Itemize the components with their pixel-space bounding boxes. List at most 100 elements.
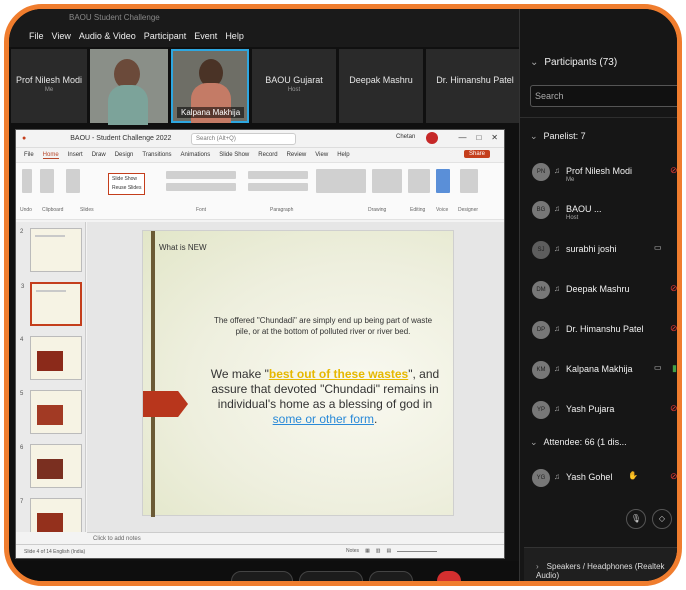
mic-muted-icon[interactable]: ⊘: [670, 283, 677, 294]
slide-dropdown-menu[interactable]: Slide Show Reuse Slides: [108, 173, 146, 195]
mute-all-icon[interactable]: 🎙: [626, 509, 646, 529]
minimize-button[interactable]: —: [458, 133, 466, 142]
reactions-icon[interactable]: ◇: [652, 509, 672, 529]
camera-icon[interactable]: ▭: [654, 363, 662, 372]
video-tile-deepak-mashru[interactable]: Deepak Mashru: [339, 49, 423, 123]
mic-muted-icon[interactable]: ⊘: [670, 323, 677, 334]
sorter-view-icon[interactable]: ▥: [376, 548, 381, 554]
slide-thumbnail[interactable]: 2: [20, 228, 82, 272]
leave-button[interactable]: [437, 571, 461, 581]
more-options-icon[interactable]: ⋯: [678, 509, 682, 529]
participant-row[interactable]: BG ♫ BAOU ... Host: [532, 195, 677, 227]
tile-sub: Me: [44, 87, 54, 93]
arrange-icon[interactable]: [372, 169, 402, 193]
video-tile-camera-1[interactable]: [90, 49, 168, 125]
tab-animations[interactable]: Animations: [181, 152, 211, 158]
slide-thumbnail[interactable]: 5: [20, 390, 82, 434]
panelist-section-header[interactable]: ⌄ Panelist: 7: [530, 131, 586, 142]
tab-design[interactable]: Design: [115, 152, 134, 158]
participant-name: Kalpana Makhija: [566, 364, 633, 374]
tab-record[interactable]: Record: [258, 152, 277, 158]
slide-thumbnail[interactable]: 7: [20, 498, 82, 532]
paste-icon[interactable]: [40, 169, 54, 193]
record-icon[interactable]: [426, 132, 438, 144]
zoom-slider[interactable]: [397, 550, 438, 552]
notes-toggle[interactable]: Notes: [346, 548, 359, 554]
chevron-down-icon[interactable]: ⌄: [530, 57, 538, 68]
menu-audio-video[interactable]: Audio & Video: [79, 31, 136, 41]
slide-thumbnail[interactable]: 4: [20, 336, 82, 380]
participant-body: [108, 85, 148, 125]
slide-thumbnail-selected[interactable]: 3: [21, 282, 82, 326]
autosave-icon[interactable]: ●: [22, 135, 26, 142]
slide-menu-item-slide-show[interactable]: Slide Show: [112, 175, 141, 184]
tab-file[interactable]: File: [24, 152, 34, 158]
new-slide-icon[interactable]: [66, 169, 80, 193]
group-undo: Undo: [20, 207, 32, 213]
menu-participant[interactable]: Participant: [144, 31, 187, 41]
designer-icon[interactable]: [460, 169, 478, 193]
chevron-down-icon: ⌄: [530, 437, 538, 447]
font-name-box[interactable]: [166, 171, 236, 179]
mic-muted-icon[interactable]: ⊘: [670, 165, 677, 176]
mic-active-icon[interactable]: ▮: [672, 363, 677, 374]
mic-muted-icon[interactable]: ⊘: [670, 403, 677, 414]
participants-header[interactable]: ⌄ Participants (73): [530, 57, 617, 68]
video-button[interactable]: [299, 571, 363, 581]
align-icons[interactable]: [248, 183, 308, 191]
participant-row[interactable]: YG ♫ Yash Gohel ✋ ⊘: [532, 463, 677, 495]
share-screen-button[interactable]: [369, 571, 413, 581]
participant-row[interactable]: SJ ♫ surabhi joshi ▭: [532, 235, 677, 267]
maximize-button[interactable]: □: [476, 133, 481, 142]
normal-view-icon[interactable]: ▦: [365, 548, 370, 554]
video-tile-kalpana-makhija[interactable]: Kalpana Makhija: [171, 49, 249, 123]
reading-view-icon[interactable]: ▤: [387, 548, 392, 554]
mic-muted-icon[interactable]: ⊘: [670, 471, 677, 482]
hand-icon[interactable]: ✋: [628, 471, 638, 480]
tab-view[interactable]: View: [315, 152, 328, 158]
tab-help[interactable]: Help: [337, 152, 349, 158]
divider: [520, 117, 677, 118]
tab-review[interactable]: Review: [287, 152, 307, 158]
mute-button[interactable]: [231, 571, 293, 581]
participant-row[interactable]: PN ♫ Prof Nilesh Modi Me ⊘: [532, 157, 677, 189]
tab-draw[interactable]: Draw: [92, 152, 106, 158]
participant-row[interactable]: YP ♫ Yash Pujara ⊘: [532, 395, 677, 427]
video-tile-prof-nilesh-modi[interactable]: Prof Nilesh Modi Me: [11, 49, 87, 123]
menu-event[interactable]: Event: [194, 31, 217, 41]
participant-role: Me: [566, 177, 575, 183]
menu-file[interactable]: File: [29, 31, 44, 41]
undo-icon[interactable]: [22, 169, 32, 193]
participant-row[interactable]: DP ♫ Dr. Himanshu Patel ⊘: [532, 315, 677, 347]
tab-insert[interactable]: Insert: [68, 152, 83, 158]
font-format-icons[interactable]: [166, 183, 236, 191]
menu-help[interactable]: Help: [225, 31, 244, 41]
current-slide[interactable]: What is NEW The offered "Chundadi" are s…: [142, 230, 454, 517]
close-button[interactable]: ✕: [491, 133, 498, 142]
share-button[interactable]: Share: [463, 150, 490, 158]
participant-row[interactable]: KM ♫ Kalpana Makhija ▭ ▮: [532, 355, 677, 387]
participant-row[interactable]: DM ♫ Deepak Mashru ⊘: [532, 275, 677, 307]
camera-icon[interactable]: ▭: [654, 243, 662, 252]
tab-slide-show[interactable]: Slide Show: [219, 152, 249, 158]
tab-transitions[interactable]: Transitions: [142, 152, 171, 158]
video-tile-baou-gujarat[interactable]: BAOU Gujarat Host: [252, 49, 336, 123]
p2-link[interactable]: some or other form: [273, 412, 374, 426]
ppt-search-input[interactable]: Search (Alt+Q): [191, 133, 296, 145]
participant-search-input[interactable]: Search: [530, 85, 677, 107]
notes-pane[interactable]: Click to add notes: [87, 532, 504, 544]
video-tile-himanshu-patel[interactable]: Dr. Himanshu Patel: [426, 49, 524, 123]
find-replace-icon[interactable]: [408, 169, 430, 193]
ppt-user-name[interactable]: Chetan: [396, 134, 415, 140]
audio-device-selector[interactable]: › Speakers / Headphones (Realtek Audio): [524, 547, 677, 581]
paragraph-icons[interactable]: [248, 171, 308, 179]
panelist-count: Panelist: 7: [543, 131, 586, 141]
tab-home[interactable]: Home: [42, 152, 59, 159]
dictate-icon[interactable]: [436, 169, 450, 193]
tile-sub: Host: [287, 87, 301, 93]
attendee-section-header[interactable]: ⌄ Attendee: 66 (1 dis...: [530, 437, 627, 448]
shapes-gallery[interactable]: [316, 169, 366, 193]
slide-menu-item-reuse-slides[interactable]: Reuse Slides: [112, 184, 141, 193]
menu-view[interactable]: View: [52, 31, 71, 41]
slide-thumbnail[interactable]: 6: [20, 444, 82, 488]
